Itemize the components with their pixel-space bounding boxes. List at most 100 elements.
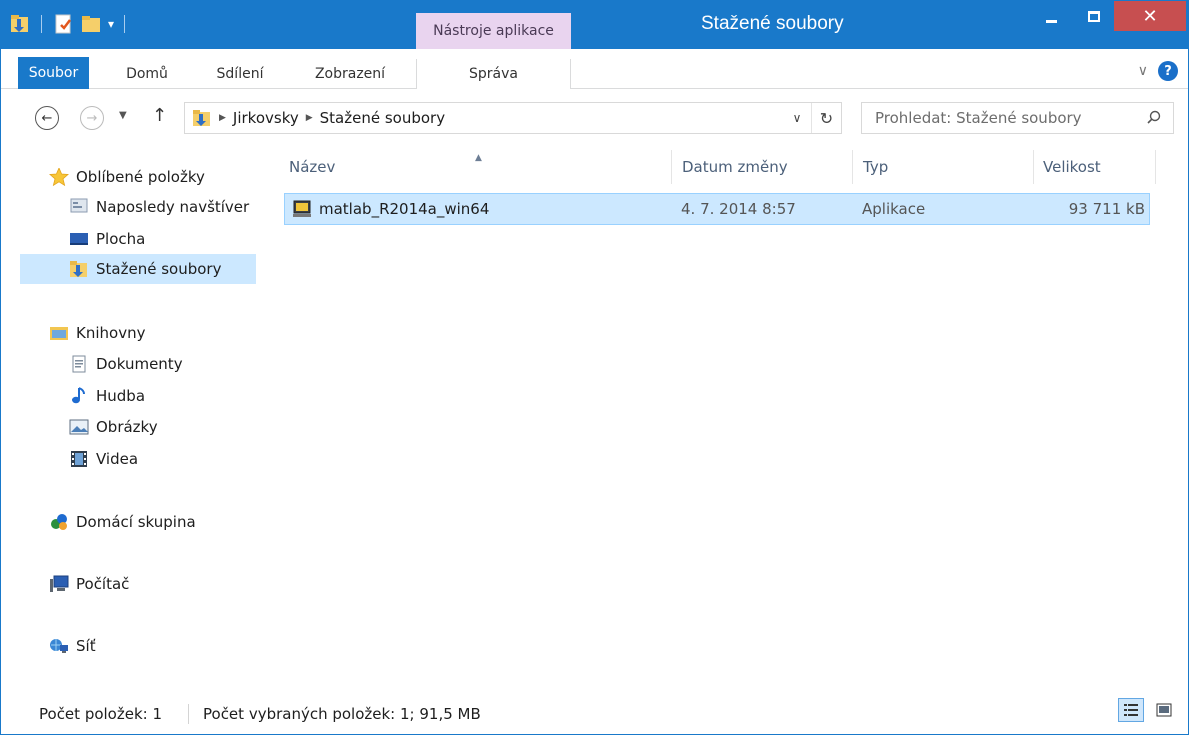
tab-view[interactable]: Zobrazení bbox=[301, 59, 399, 89]
network-icon bbox=[49, 637, 69, 655]
file-type: Aplikace bbox=[862, 200, 926, 218]
nav-documents[interactable]: Dokumenty bbox=[69, 349, 183, 379]
close-button[interactable]: ✕ bbox=[1114, 1, 1186, 31]
explorer-window: ▾ Nástroje aplikace Stažené soubory ✕ So… bbox=[0, 0, 1189, 735]
breadcrumb-jirkovsky[interactable]: Jirkovsky bbox=[233, 109, 299, 127]
minimize-icon bbox=[1045, 19, 1057, 23]
nav-homegroup-label: Domácí skupina bbox=[76, 513, 196, 531]
nav-computer[interactable]: Počítač bbox=[49, 569, 129, 599]
ribbon-controls: ∨ ? bbox=[1138, 61, 1178, 81]
music-note-icon bbox=[69, 387, 89, 405]
nav-videos[interactable]: Videa bbox=[69, 444, 138, 474]
status-item-count: Počet položek: 1 bbox=[39, 705, 163, 723]
breadcrumb-downloads[interactable]: Stažené soubory bbox=[320, 109, 445, 127]
forward-button[interactable]: → bbox=[80, 106, 104, 130]
nav-desktop[interactable]: Plocha bbox=[69, 224, 145, 254]
back-button[interactable]: ← bbox=[35, 106, 59, 130]
search-icon[interactable] bbox=[1147, 110, 1161, 124]
search-input[interactable]: Prohledat: Stažené soubory bbox=[861, 102, 1174, 134]
nav-recent-places[interactable]: Naposledy navštíver bbox=[69, 192, 259, 222]
document-icon bbox=[69, 355, 89, 373]
arrow-left-icon: ← bbox=[41, 110, 53, 126]
picture-icon bbox=[69, 418, 89, 436]
tab-share[interactable]: Sdílení bbox=[208, 59, 272, 89]
file-size: 93 711 kB bbox=[1068, 200, 1145, 218]
libraries-icon bbox=[49, 324, 69, 342]
quick-access-toolbar: ▾ bbox=[9, 10, 129, 38]
qat-separator bbox=[41, 15, 42, 33]
folder-download-icon[interactable] bbox=[9, 13, 31, 35]
downloads-folder-icon bbox=[192, 109, 212, 127]
tab-home[interactable]: Domů bbox=[119, 59, 175, 89]
sort-ascending-icon: ▲ bbox=[475, 153, 482, 163]
recent-places-icon bbox=[69, 198, 89, 216]
properties-icon[interactable] bbox=[52, 13, 74, 35]
breadcrumb-separator-icon[interactable]: ▶ bbox=[219, 113, 226, 123]
column-type-label: Typ bbox=[863, 158, 889, 176]
downloads-folder-icon bbox=[69, 260, 89, 278]
nav-documents-label: Dokumenty bbox=[96, 355, 183, 373]
title-bar: ▾ Nástroje aplikace Stažené soubory ✕ bbox=[1, 1, 1188, 49]
column-header-size[interactable]: Velikost bbox=[1034, 150, 1156, 184]
breadcrumb-separator-icon[interactable]: ▶ bbox=[306, 113, 313, 123]
expand-ribbon-icon[interactable]: ∨ bbox=[1138, 63, 1148, 79]
up-button[interactable]: ↑ bbox=[152, 105, 167, 126]
nav-videos-label: Videa bbox=[96, 450, 139, 468]
navigation-pane: Oblíbené položky Naposledy navštíver Plo… bbox=[1, 142, 263, 687]
column-header-type[interactable]: Typ bbox=[854, 150, 1034, 184]
nav-libraries[interactable]: Knihovny bbox=[49, 318, 145, 348]
arrow-right-icon: → bbox=[86, 110, 98, 126]
nav-pictures[interactable]: Obrázky bbox=[69, 412, 158, 442]
nav-favorites-label: Oblíbené položky bbox=[76, 168, 205, 186]
column-header-date[interactable]: Datum změny bbox=[673, 150, 853, 184]
nav-music-label: Hudba bbox=[96, 387, 146, 405]
large-icons-view-button[interactable] bbox=[1151, 698, 1177, 722]
nav-pictures-label: Obrázky bbox=[96, 418, 158, 436]
maximize-button[interactable] bbox=[1074, 1, 1114, 31]
address-actions: ∨ ↻ bbox=[783, 103, 841, 133]
details-view-icon bbox=[1124, 704, 1138, 716]
computer-icon bbox=[49, 575, 69, 593]
table-row[interactable]: matlab_R2014a_win64 4. 7. 2014 8:57 Apli… bbox=[284, 193, 1150, 225]
nav-libraries-label: Knihovny bbox=[76, 324, 146, 342]
desktop-icon bbox=[69, 230, 89, 248]
details-view-button[interactable] bbox=[1118, 698, 1144, 722]
maximize-icon bbox=[1088, 10, 1100, 22]
address-history-icon[interactable]: ∨ bbox=[783, 111, 811, 125]
context-tab-header: Nástroje aplikace bbox=[416, 13, 571, 49]
column-size-label: Velikost bbox=[1043, 158, 1101, 176]
column-name-label: Název bbox=[289, 158, 336, 176]
nav-desktop-label: Plocha bbox=[96, 230, 146, 248]
address-bar[interactable]: ▶ Jirkovsky ▶ Stažené soubory ∨ ↻ bbox=[184, 102, 842, 134]
homegroup-icon bbox=[49, 513, 69, 531]
star-icon bbox=[49, 166, 69, 187]
nav-recent-places-label: Naposledy navštíver bbox=[96, 198, 250, 216]
column-date-label: Datum změny bbox=[682, 158, 788, 176]
nav-downloads[interactable]: Stažené soubory bbox=[20, 254, 256, 284]
close-icon: ✕ bbox=[1142, 5, 1158, 27]
new-folder-icon[interactable] bbox=[80, 13, 102, 35]
minimize-button[interactable] bbox=[1028, 1, 1074, 31]
file-date: 4. 7. 2014 8:57 bbox=[681, 200, 796, 218]
video-icon bbox=[69, 450, 89, 468]
tab-file[interactable]: Soubor bbox=[18, 57, 89, 89]
column-header-name[interactable]: Název ▲ bbox=[280, 150, 672, 184]
ribbon-tabs: Soubor Domů Sdílení Zobrazení Správa ∨ ? bbox=[1, 49, 1188, 89]
file-name-cell: matlab_R2014a_win64 bbox=[291, 194, 489, 224]
search-placeholder: Prohledat: Stažené soubory bbox=[875, 109, 1082, 127]
tab-manage[interactable]: Správa bbox=[416, 59, 571, 89]
large-icons-view-icon bbox=[1156, 703, 1172, 717]
recent-locations-icon[interactable]: ▼ bbox=[119, 110, 127, 121]
nav-music[interactable]: Hudba bbox=[69, 381, 145, 411]
file-name: matlab_R2014a_win64 bbox=[319, 200, 490, 218]
help-icon[interactable]: ? bbox=[1158, 61, 1178, 81]
file-list: Název ▲ Datum změny Typ Velikost matlab_… bbox=[263, 142, 1188, 687]
nav-network[interactable]: Síť bbox=[49, 631, 96, 661]
nav-computer-label: Počítač bbox=[76, 575, 130, 593]
refresh-icon[interactable]: ↻ bbox=[811, 103, 841, 133]
status-selected-count: Počet vybraných položek: 1; 91,5 MB bbox=[203, 705, 481, 723]
nav-homegroup[interactable]: Domácí skupina bbox=[49, 507, 196, 537]
status-separator bbox=[188, 704, 189, 724]
nav-favorites[interactable]: Oblíbené položky bbox=[49, 162, 205, 192]
qat-customize-icon[interactable]: ▾ bbox=[108, 17, 114, 31]
